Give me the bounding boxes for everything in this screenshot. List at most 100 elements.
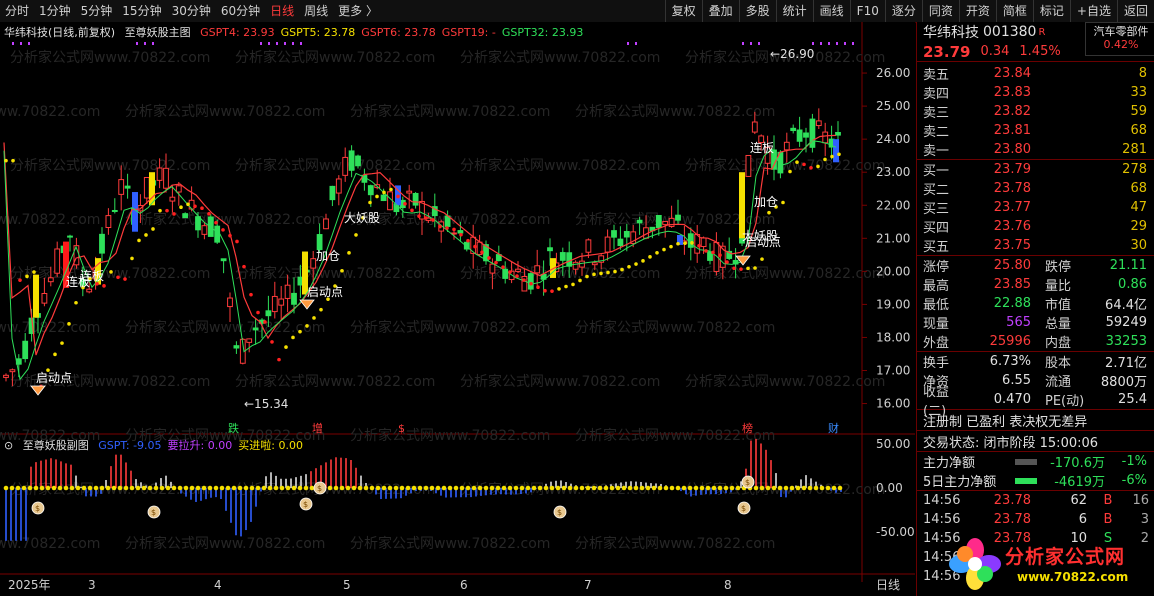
zero-line-dot [585, 485, 591, 491]
order-book-row[interactable]: 买五 23.75 30 [917, 236, 1154, 255]
y-tick-label: 21.00 [876, 231, 910, 245]
sector-box[interactable]: 汽车零部件 0.42% [1085, 22, 1154, 56]
period-tab-6[interactable]: 日线 [265, 0, 299, 22]
zero-line-dot [3, 485, 9, 491]
flower-logo-icon [949, 538, 1001, 590]
chart-area[interactable]: 分析家公式网www.70822.com 分析家公式网www.70822.com 分析… [0, 22, 915, 596]
sub-indicator-icon[interactable]: ⊙ [4, 439, 13, 452]
book-volume: 68 [1130, 123, 1147, 138]
y-tick-label: 23.00 [876, 165, 910, 179]
trend-dot [816, 164, 820, 169]
toolbar-button-5[interactable]: F10 [849, 0, 885, 22]
book-price: 23.80 [993, 142, 1031, 157]
zero-line-dot [579, 485, 585, 491]
period-tab-0[interactable]: 分时 [0, 0, 34, 22]
event-mark[interactable]: 增 [312, 421, 323, 435]
trend-dot [417, 214, 421, 218]
sub-indicator-name[interactable]: 至尊妖股副图 [23, 439, 89, 452]
toolbar-button-12[interactable]: 返回 [1116, 0, 1154, 22]
x-axis-label: 2025年 [8, 578, 51, 592]
money-bag-glyph: $ [745, 478, 750, 487]
quote-value: 25.80 [993, 258, 1031, 273]
toolbar: 分时 1分钟 5分钟 15分钟 30分钟 60分钟 日线 周线 更多 〉 复权 叠加 多股 统计 画线 F1… [0, 0, 1154, 23]
event-mark[interactable]: 跌 [228, 421, 239, 435]
zero-line-dot [129, 485, 135, 491]
finance-key: 流通 [1045, 375, 1072, 390]
toolbar-button-10[interactable]: 标记 [1032, 0, 1070, 22]
trend-dot [739, 267, 743, 271]
order-book-row[interactable]: 卖三 23.82 59 [917, 102, 1154, 121]
flow-row[interactable]: 5日主力净额 -4619万 -6% [917, 471, 1154, 490]
zero-line-dot [663, 485, 669, 491]
book-volume: 29 [1130, 219, 1147, 234]
toolbar-button-2[interactable]: 多股 [738, 0, 776, 22]
zero-line-dot [801, 485, 807, 491]
order-book-row[interactable]: 卖五 23.84 8 [917, 64, 1154, 83]
trend-dot [172, 212, 176, 216]
zero-line-dot [159, 485, 165, 491]
toolbar-button-11[interactable]: +自选 [1069, 0, 1117, 22]
toolbar-button-7[interactable]: 同资 [921, 0, 959, 22]
toolbar-button-1[interactable]: 叠加 [701, 0, 739, 22]
order-book-row[interactable]: 买一 23.79 278 [917, 160, 1154, 179]
zero-line-dot [63, 485, 69, 491]
period-tab-1[interactable]: 1分钟 [34, 0, 76, 22]
sub-y-tick-label: 50.00 [876, 437, 910, 451]
toolbar-button-8[interactable]: 开资 [958, 0, 996, 22]
event-mark[interactable]: $ [398, 422, 405, 435]
order-book-row[interactable]: 买四 23.76 29 [917, 217, 1154, 236]
order-book-row[interactable]: 卖四 23.83 33 [917, 83, 1154, 102]
zero-line-dot [657, 485, 663, 491]
candle-body [323, 218, 329, 230]
main-indicator-name[interactable]: 至尊妖股主图 [125, 26, 191, 39]
finance-key: PE(动) [1045, 394, 1085, 409]
period-tab-7[interactable]: 周线 [299, 0, 333, 22]
zero-line-dot [369, 485, 375, 491]
sub-y-tick-label: -50.00 [876, 525, 915, 539]
candle-body [118, 179, 125, 195]
candle-body [291, 292, 297, 305]
candle-body [67, 235, 73, 238]
trend-dot [536, 285, 540, 290]
zero-line-dot [177, 485, 183, 491]
trend-dot [571, 282, 575, 287]
money-bag-glyph: $ [741, 504, 746, 513]
zero-line-dot [519, 485, 525, 491]
period-tab-8[interactable]: 更多 〉 [333, 0, 383, 22]
toolbar-button-3[interactable]: 统计 [775, 0, 813, 22]
event-mark[interactable]: 榜 [742, 421, 753, 435]
sub-legend-item: GSPT: -9.05 [98, 439, 162, 452]
kline-chart[interactable]: 分析家公式网www.70822.com 分析家公式网www.70822.com 分析… [0, 22, 915, 596]
zero-line-dot [633, 485, 639, 491]
candle-body [745, 154, 752, 177]
watermark-text: 分析家公式网www.70822.com [125, 103, 325, 120]
trend-dot [830, 154, 834, 159]
trend-dot [102, 284, 106, 288]
signal-marker [828, 42, 830, 45]
toolbar-button-0[interactable]: 复权 [664, 0, 702, 22]
candle-body [572, 261, 579, 270]
period-tab-2[interactable]: 5分钟 [76, 0, 118, 22]
event-mark[interactable]: 财 [828, 421, 839, 435]
zero-line-dot [765, 485, 771, 491]
trend-dot [235, 239, 239, 244]
flow-row[interactable]: 主力净额 -170.6万 -1% [917, 452, 1154, 471]
candle-body [751, 121, 758, 133]
trend-dot [522, 278, 526, 282]
zero-line-dot [231, 485, 237, 491]
toolbar-button-9[interactable]: 简框 [995, 0, 1033, 22]
order-book-row[interactable]: 卖一 23.80 281 [917, 140, 1154, 159]
toolbar-button-4[interactable]: 画线 [812, 0, 850, 22]
period-tab-4[interactable]: 30分钟 [167, 0, 216, 22]
period-tab-5[interactable]: 60分钟 [216, 0, 265, 22]
period-label[interactable]: 日线 [876, 578, 900, 592]
signal-marker [28, 42, 30, 45]
order-book-row[interactable]: 买二 23.78 68 [917, 179, 1154, 198]
x-axis-label: 6 [460, 578, 468, 592]
order-book-row[interactable]: 买三 23.77 47 [917, 198, 1154, 217]
order-book-row[interactable]: 卖二 23.81 68 [917, 121, 1154, 140]
toolbar-button-6[interactable]: 逐分 [884, 0, 922, 22]
book-price: 23.84 [993, 66, 1031, 81]
candle-body [86, 288, 93, 293]
period-tab-3[interactable]: 15分钟 [117, 0, 166, 22]
